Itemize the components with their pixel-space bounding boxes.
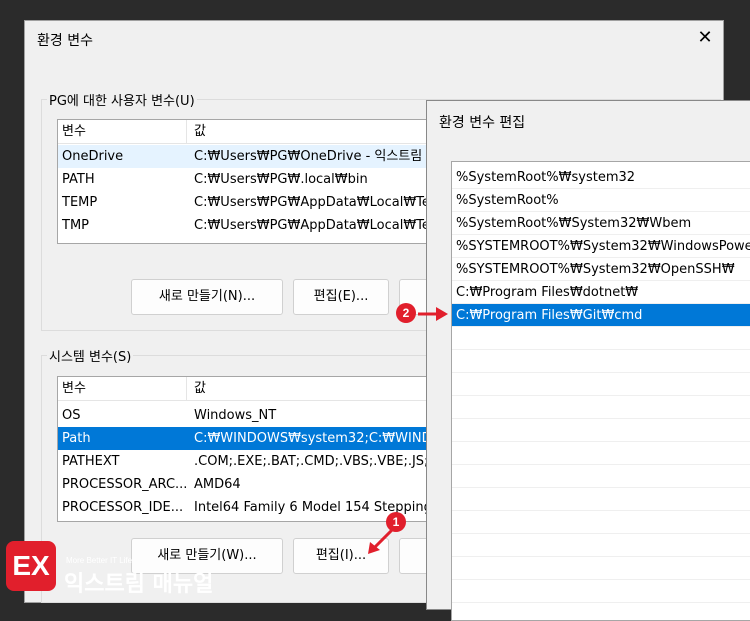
list-item[interactable]: %SystemRoot%₩system32 xyxy=(452,166,750,189)
user-variables-list[interactable]: 변수 값 OneDrive C:₩Users₩PG₩OneDrive - 익스트… xyxy=(57,119,437,244)
column-name-header[interactable]: 변수 xyxy=(62,377,86,400)
table-row[interactable]: PATH C:₩Users₩PG₩.local₩bin xyxy=(58,168,436,191)
row-value: Windows_NT xyxy=(194,408,277,423)
list-item-empty[interactable] xyxy=(452,580,750,603)
row-name: OneDrive xyxy=(62,149,124,164)
list-item[interactable]: %SystemRoot%₩System32₩Wbem xyxy=(452,212,750,235)
list-item[interactable]: %SystemRoot% xyxy=(452,189,750,212)
list-item-empty[interactable] xyxy=(452,442,750,465)
row-name: OS xyxy=(62,408,81,423)
list-item-empty[interactable] xyxy=(452,396,750,419)
row-name: PROCESSOR_IDE... xyxy=(62,500,184,515)
user-new-button[interactable]: 새로 만들기(N)... xyxy=(131,279,283,315)
list-item-empty[interactable] xyxy=(452,488,750,511)
list-item[interactable]: %SYSTEMROOT%₩System32₩WindowsPower xyxy=(452,235,750,258)
list-item[interactable]: %SYSTEMROOT%₩System32₩OpenSSH₩ xyxy=(452,258,750,281)
row-name: PROCESSOR_ARC... xyxy=(62,477,188,492)
column-name-header[interactable]: 변수 xyxy=(62,120,86,143)
list-item-empty[interactable] xyxy=(452,373,750,396)
brand-logo-icon: EX xyxy=(6,541,56,591)
row-value: C:₩Users₩PG₩AppData₩Local₩Tem xyxy=(194,218,437,233)
row-name: TEMP xyxy=(62,195,98,210)
table-row[interactable]: OneDrive C:₩Users₩PG₩OneDrive - 익스트림 xyxy=(58,145,436,168)
list-header: 변수 값 xyxy=(58,120,436,144)
table-row[interactable]: TMP C:₩Users₩PG₩AppData₩Local₩Tem xyxy=(58,214,436,237)
edit-env-variable-window: 환경 변수 편집 %SystemRoot%₩system32 %SystemRo… xyxy=(426,100,750,621)
row-value: C:₩Users₩PG₩AppData₩Local₩Tem xyxy=(194,195,437,210)
table-row-selected[interactable]: Path C:₩WINDOWS₩system32;C:₩WINDO xyxy=(58,427,436,450)
brand-name: 익스트림 매뉴얼 xyxy=(64,572,214,597)
brand-tagline: More Better IT Life xyxy=(66,556,133,565)
list-item[interactable]: C:₩Program Files₩dotnet₩ xyxy=(452,281,750,304)
user-variables-label: PG에 대한 사용자 변수(U) xyxy=(47,90,197,109)
table-row[interactable]: PATHEXT .COM;.EXE;.BAT;.CMD;.VBS;.VBE;.J… xyxy=(58,450,436,473)
row-value: .COM;.EXE;.BAT;.CMD;.VBS;.VBE;.JS;.JS xyxy=(194,454,437,469)
close-icon[interactable]: ✕ xyxy=(693,27,717,48)
list-item-empty[interactable] xyxy=(452,419,750,442)
list-item-empty[interactable] xyxy=(452,350,750,373)
arrow-2-icon xyxy=(418,307,448,321)
row-value: C:₩WINDOWS₩system32;C:₩WINDO xyxy=(194,431,437,446)
row-value: C:₩Users₩PG₩OneDrive - 익스트림 xyxy=(194,149,423,164)
table-row[interactable]: TEMP C:₩Users₩PG₩AppData₩Local₩Tem xyxy=(58,191,436,214)
row-value: AMD64 xyxy=(194,477,241,492)
list-item-empty[interactable] xyxy=(452,557,750,580)
row-name: TMP xyxy=(62,218,89,233)
row-name: PATHEXT xyxy=(62,454,120,469)
row-name: PATH xyxy=(62,172,95,187)
table-row[interactable]: OS Windows_NT xyxy=(58,404,436,427)
edit-window-title: 환경 변수 편집 xyxy=(439,115,526,131)
list-item-empty[interactable] xyxy=(452,465,750,488)
list-item-empty[interactable] xyxy=(452,327,750,350)
list-item-empty[interactable] xyxy=(452,534,750,557)
table-row[interactable]: PROCESSOR_ARC... AMD64 xyxy=(58,473,436,496)
list-header: 변수 값 xyxy=(58,377,436,401)
list-item-empty[interactable] xyxy=(452,511,750,534)
step-1-badge: 1 xyxy=(386,512,406,532)
system-variables-label: 시스템 변수(S) xyxy=(47,346,134,365)
list-item-selected[interactable]: C:₩Program Files₩Git₩cmd xyxy=(452,304,750,327)
column-value-header[interactable]: 값 xyxy=(194,377,206,400)
system-variables-list[interactable]: 변수 값 OS Windows_NT Path C:₩WINDOWS₩syste… xyxy=(57,376,437,522)
column-value-header[interactable]: 값 xyxy=(194,120,206,143)
path-entries-list[interactable]: %SystemRoot%₩system32 %SystemRoot% %Syst… xyxy=(451,161,750,621)
row-value: C:₩Users₩PG₩.local₩bin xyxy=(194,172,368,187)
step-2-badge: 2 xyxy=(396,303,416,323)
user-edit-button[interactable]: 편집(E)... xyxy=(293,279,389,315)
window-title: 환경 변수 xyxy=(37,33,93,49)
row-name: Path xyxy=(62,431,91,446)
